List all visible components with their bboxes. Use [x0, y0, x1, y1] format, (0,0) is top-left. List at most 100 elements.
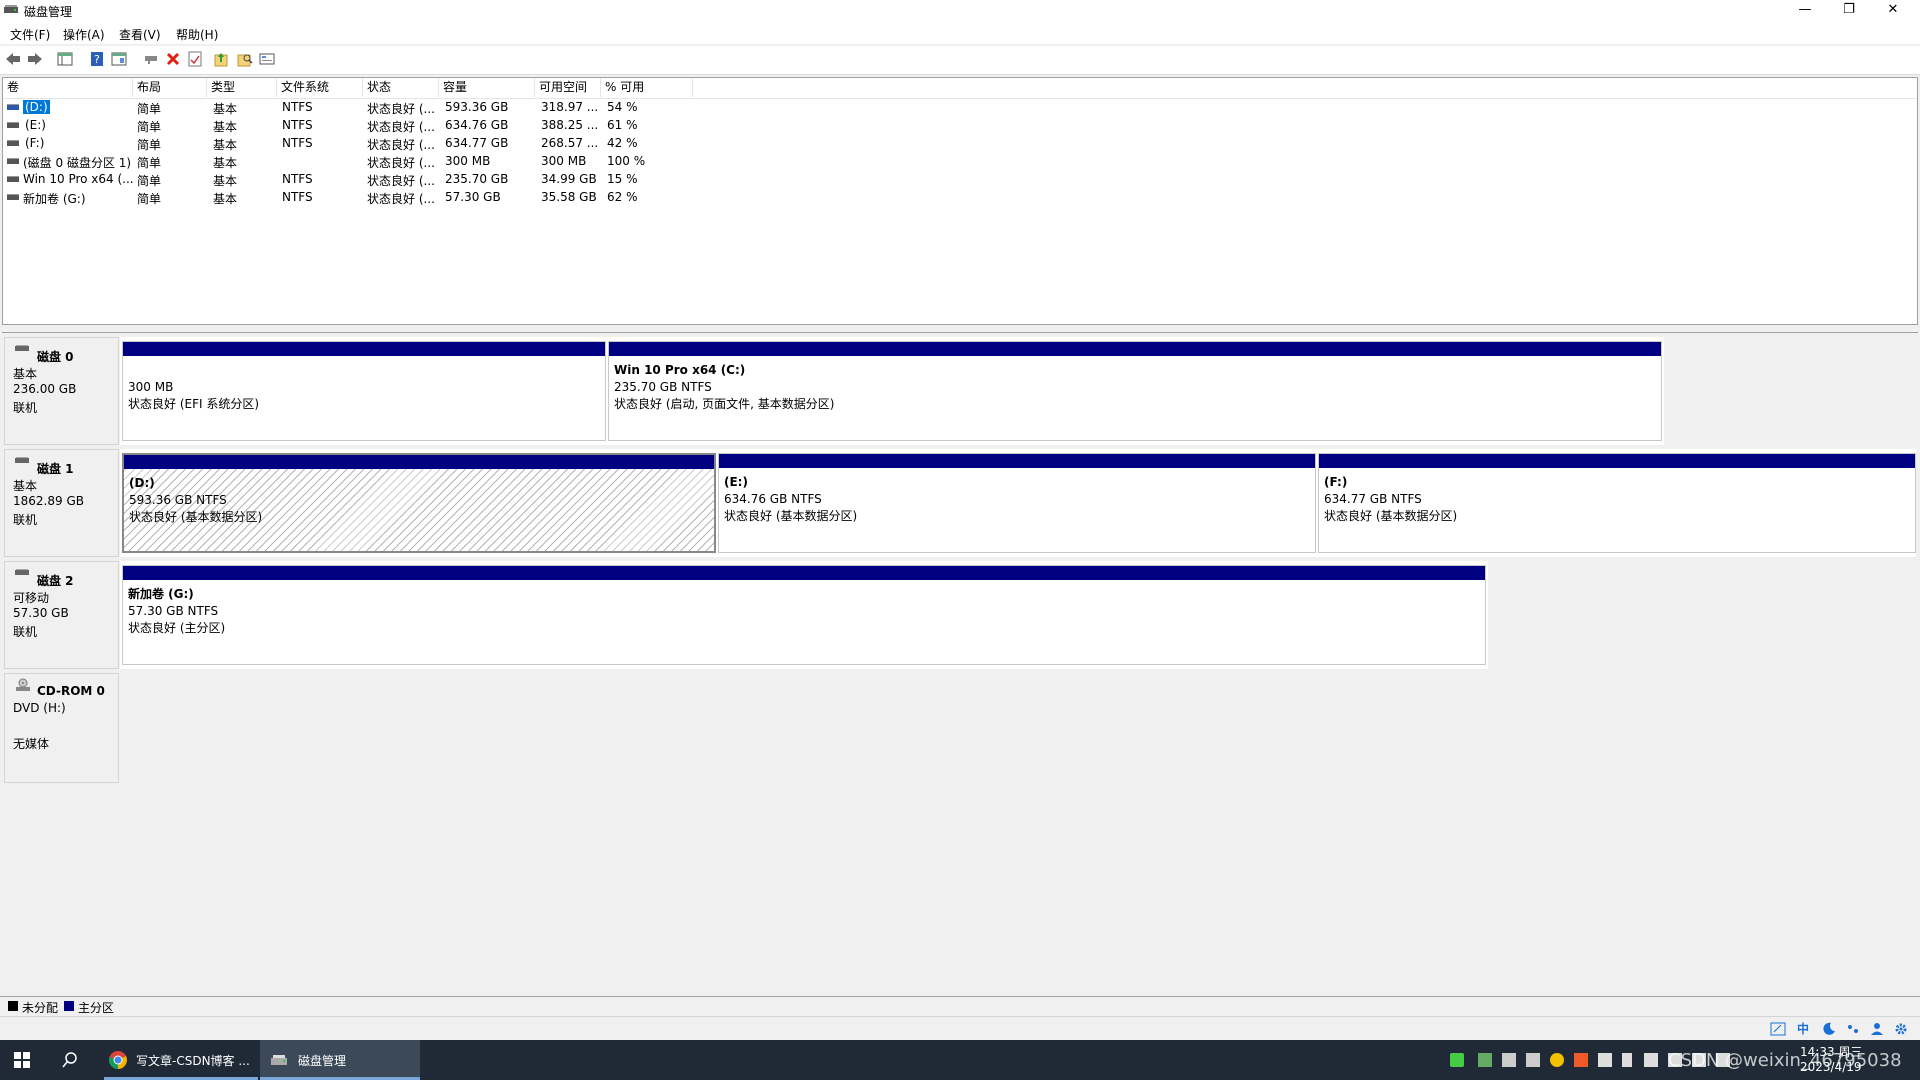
partition-efi[interactable]: 300 MB 状态良好 (EFI 系统分区)	[122, 341, 606, 441]
forward-icon[interactable]	[26, 50, 44, 68]
partition-d-selected[interactable]: (D:) 593.36 GB NTFS 状态良好 (基本数据分区)	[122, 453, 716, 553]
restore-button[interactable]: ❐	[1826, 0, 1872, 22]
minimize-button[interactable]: —	[1782, 0, 1828, 22]
settings-icon[interactable]	[1894, 1022, 1908, 1036]
disk-kind: 可移动	[13, 591, 50, 605]
volume-layout: 简单	[137, 192, 162, 206]
header-free-space[interactable]: 可用空间	[535, 78, 601, 97]
volume-name: 新加卷 (G:)	[23, 192, 86, 206]
header-percent-free[interactable]: % 可用	[601, 78, 693, 97]
header-capacity[interactable]: 容量	[439, 78, 535, 97]
volume-row[interactable]: (E:) 简单 基本 NTFS 状态良好 (... 634.76 GB 388.…	[3, 116, 1917, 134]
disk-icon	[15, 569, 29, 575]
export-icon[interactable]	[212, 50, 230, 68]
search-icon[interactable]	[62, 1052, 78, 1068]
header-type[interactable]: 类型	[207, 78, 277, 97]
battery-icon[interactable]	[1450, 1053, 1464, 1067]
disk-1-partitions: (D:) 593.36 GB NTFS 状态良好 (基本数据分区) (E:) 6…	[120, 449, 1916, 557]
partition-e[interactable]: (E:) 634.76 GB NTFS 状态良好 (基本数据分区)	[718, 453, 1316, 553]
menu-view[interactable]: 查看(V)	[119, 26, 161, 43]
volume-capacity: 57.30 GB	[445, 190, 501, 204]
partition-status: 状态良好 (主分区)	[128, 621, 226, 635]
legend-unallocated: 未分配	[22, 1001, 59, 1015]
header-layout[interactable]: 布局	[133, 78, 207, 97]
moon-icon[interactable]	[1822, 1022, 1836, 1036]
volume-type: 基本	[213, 156, 238, 170]
volume-free: 34.99 GB	[541, 172, 597, 186]
cdrom-0-info[interactable]: CD-ROM 0 DVD (H:) 无媒体	[4, 673, 119, 783]
volume-icon	[7, 104, 19, 110]
volume-row[interactable]: (D:) 简单 基本 NTFS 状态良好 (... 593.36 GB 318.…	[3, 98, 1917, 116]
shield-icon[interactable]	[1598, 1053, 1612, 1067]
back-icon[interactable]	[4, 50, 22, 68]
volume-row[interactable]: (磁盘 0 磁盘分区 1) 简单 基本 状态良好 (... 300 MB 300…	[3, 152, 1917, 170]
legend-swatch-primary	[64, 1001, 74, 1011]
show-pane-icon[interactable]	[110, 50, 128, 68]
header-volume[interactable]: 卷	[3, 78, 133, 97]
ime-language-indicator[interactable]: 中	[1797, 1020, 1809, 1037]
chrome-icon	[108, 1051, 127, 1069]
partition-status: 状态良好 (基本数据分区)	[129, 510, 263, 524]
disk-name: CD-ROM 0	[37, 684, 105, 698]
disk-kind: DVD (H:)	[13, 701, 66, 715]
disk-0-info[interactable]: 磁盘 0 基本 236.00 GB 联机	[4, 337, 119, 445]
partition-label: (E:)	[724, 475, 748, 489]
legend-swatch-unallocated	[8, 1001, 18, 1011]
console-tree-icon[interactable]	[56, 50, 74, 68]
partition-size: 634.76 GB NTFS	[724, 492, 822, 506]
partition-g[interactable]: 新加卷 (G:) 57.30 GB NTFS 状态良好 (主分区)	[122, 565, 1486, 665]
volume-free: 300 MB	[541, 154, 587, 168]
volume-status: 状态良好 (...	[367, 174, 435, 188]
user-icon[interactable]	[1870, 1022, 1884, 1036]
volume-layout: 简单	[137, 156, 162, 170]
network-icon[interactable]	[1644, 1053, 1658, 1067]
window-icon[interactable]	[1526, 1053, 1540, 1067]
disk-1-info[interactable]: 磁盘 1 基本 1862.89 GB 联机	[4, 449, 119, 557]
close-button[interactable]: ✕	[1870, 0, 1916, 22]
taskbar-app-label: 写文章-CSDN博客 ...	[136, 1054, 250, 1068]
volume-free: 388.25 ...	[541, 118, 599, 132]
disk-kind: 基本	[13, 367, 38, 381]
help-icon[interactable]: ?	[88, 50, 106, 68]
volume-row[interactable]: Win 10 Pro x64 (... 简单 基本 NTFS 状态良好 (...…	[3, 170, 1917, 188]
volume-free: 35.58 GB	[541, 190, 597, 204]
plus-icon[interactable]	[1550, 1053, 1564, 1067]
primary-partition-bar	[123, 566, 1485, 580]
partition-c[interactable]: Win 10 Pro x64 (C:) 235.70 GB NTFS 状态良好 …	[608, 341, 1662, 441]
volume-row[interactable]: (F:) 简单 基本 NTFS 状态良好 (... 634.77 GB 268.…	[3, 134, 1917, 152]
usb-icon[interactable]	[1622, 1053, 1632, 1067]
windows-start-icon[interactable]	[14, 1052, 30, 1068]
disk-2-info[interactable]: 磁盘 2 可移动 57.30 GB 联机	[4, 561, 119, 669]
volume-filesystem: NTFS	[282, 100, 313, 114]
search-icon[interactable]	[236, 50, 254, 68]
taskbar-app-chrome[interactable]: 写文章-CSDN博客 ...	[104, 1040, 258, 1080]
header-status[interactable]: 状态	[363, 78, 439, 97]
disk-icon	[15, 457, 29, 463]
primary-partition-bar	[719, 454, 1315, 468]
refresh-icon[interactable]	[258, 50, 276, 68]
delete-icon[interactable]	[164, 50, 182, 68]
volume-row[interactable]: 新加卷 (G:) 简单 基本 NTFS 状态良好 (... 57.30 GB 3…	[3, 188, 1917, 206]
volume-capacity: 634.77 GB	[445, 136, 509, 150]
volume-capacity: 634.76 GB	[445, 118, 509, 132]
partition-status: 状态良好 (EFI 系统分区)	[128, 397, 260, 411]
resize-icon[interactable]	[1770, 1022, 1786, 1036]
volume-type: 基本	[213, 102, 238, 116]
monitor-icon[interactable]	[1502, 1053, 1516, 1067]
header-filesystem[interactable]: 文件系统	[277, 78, 363, 97]
menu-file[interactable]: 文件(F)	[10, 26, 50, 43]
volume-icon	[7, 122, 19, 128]
taskbar-app-disk-management[interactable]: 磁盘管理	[260, 1040, 420, 1080]
app-tray-icon[interactable]	[1574, 1053, 1588, 1067]
volume-capacity: 593.36 GB	[445, 100, 509, 114]
connect-icon[interactable]	[142, 50, 160, 68]
menu-help[interactable]: 帮助(H)	[176, 26, 218, 43]
partition-label: 新加卷 (G:)	[128, 587, 194, 601]
nvidia-icon[interactable]	[1478, 1053, 1492, 1067]
volume-status: 状态良好 (...	[367, 192, 435, 206]
menu-action[interactable]: 操作(A)	[63, 26, 105, 43]
properties-icon[interactable]	[186, 50, 204, 68]
partition-f[interactable]: (F:) 634.77 GB NTFS 状态良好 (基本数据分区)	[1318, 453, 1916, 553]
punctuation-icon[interactable]	[1846, 1022, 1860, 1036]
legend-primary: 主分区	[78, 1001, 115, 1015]
